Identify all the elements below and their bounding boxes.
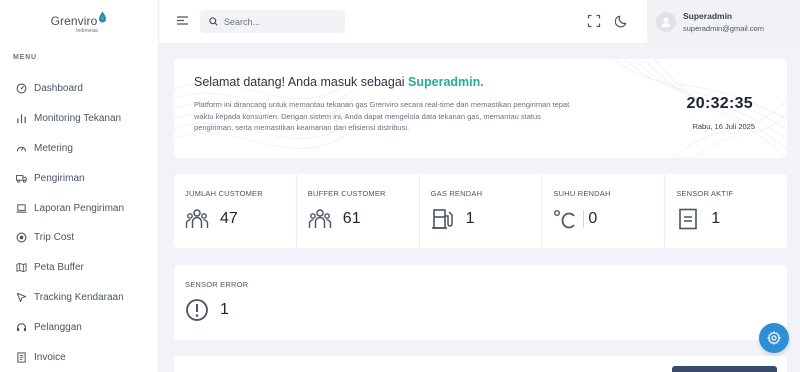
record-icon	[16, 232, 27, 243]
sensor-icon	[676, 207, 700, 231]
welcome-title: Selamat datang! Anda masuk sebagai Super…	[194, 75, 484, 89]
sidebar-item-label: Monitoring Tekanan	[34, 113, 122, 125]
user-menu[interactable]: Superadmin superadmin@gmail.com	[647, 0, 800, 44]
brand-name: Grenviro	[50, 13, 98, 28]
stat-jumlah-customer[interactable]: JUMLAH CUSTOMER 47	[174, 174, 297, 248]
stat-value: 47	[220, 210, 238, 227]
stat-label: BUFFER CUSTOMER	[307, 189, 386, 198]
dark-mode-icon[interactable]	[615, 14, 629, 28]
sidebar-item-monitoring-tekanan[interactable]: Monitoring Tekanan	[0, 104, 158, 134]
avatar	[656, 12, 676, 32]
clock-time: 20:32:35	[686, 95, 753, 112]
search-icon	[209, 17, 218, 26]
stat-label: SUHU RENDAH	[553, 189, 611, 198]
headset-icon	[16, 322, 27, 333]
document-icon	[16, 351, 27, 363]
stat-suhu-rendah[interactable]: SUHU RENDAH 0	[542, 174, 666, 248]
users-icon	[185, 207, 209, 231]
gear-icon	[767, 331, 781, 345]
sidebar-menu: Dashboard Monitoring Tekanan Metering Pe…	[0, 74, 158, 372]
sidebar-item-label: Peta Buffer	[34, 262, 84, 274]
welcome-card: Selamat datang! Anda masuk sebagai Super…	[174, 59, 787, 158]
clock-date: Rabu, 16 Juli 2025	[692, 122, 755, 131]
dashboard-icon	[16, 83, 27, 94]
sidebar-item-label: Invoice	[34, 351, 66, 363]
welcome-role: Superadmin.	[408, 75, 484, 89]
stat-sensor-aktif[interactable]: SENSOR AKTIF 1	[665, 174, 787, 248]
stat-label: SENSOR AKTIF	[676, 189, 734, 198]
sidebar-item-tracking-kendaraan[interactable]: Tracking Kendaraan	[0, 283, 158, 313]
settings-fab[interactable]	[759, 323, 789, 353]
stat-buffer-customer[interactable]: BUFFER CUSTOMER 61	[297, 174, 420, 248]
logo[interactable]: Grenviro Indonesia	[0, 0, 158, 44]
stat-value: 61	[342, 210, 361, 227]
sidebar-item-pelanggan[interactable]: Pelanggan	[0, 312, 158, 342]
menu-toggle-icon[interactable]	[176, 14, 189, 27]
truck-icon	[16, 173, 27, 184]
sensor-error-card[interactable]: SENSOR ERROR 1	[174, 265, 787, 340]
welcome-description: Platform ini dirancang untuk memantau te…	[194, 100, 570, 133]
sidebar-item-label: Pengiriman	[34, 172, 85, 184]
sidebar-item-label: Metering	[34, 142, 73, 154]
users-icon	[308, 207, 332, 231]
fullscreen-icon[interactable]	[587, 14, 601, 28]
stat-value: 1	[220, 301, 229, 318]
stats-panel: JUMLAH CUSTOMER 47 BUFFER CUSTOMER 61 GA…	[174, 174, 787, 248]
search-input[interactable]	[224, 16, 334, 27]
user-name: Superadmin	[683, 11, 733, 21]
user-email: superadmin@gmail.com	[683, 24, 764, 33]
alert-circle-icon	[185, 298, 209, 322]
drop-icon	[99, 11, 107, 22]
menu-title: MENU	[13, 54, 37, 61]
sidebar-item-metering[interactable]: Metering	[0, 134, 158, 164]
welcome-title-prefix: Selamat datang! Anda masuk sebagai	[194, 75, 409, 89]
laptop-icon	[16, 203, 27, 214]
stat-value: 1	[711, 210, 721, 227]
bottom-action-button[interactable]	[672, 366, 777, 372]
search-box[interactable]	[200, 10, 345, 33]
cursor-icon	[16, 292, 27, 303]
sidebar-item-peta-buffer[interactable]: Peta Buffer	[0, 253, 158, 283]
stat-label: GAS RENDAH	[430, 189, 483, 198]
sidebar-item-trip-cost[interactable]: Trip Cost	[0, 223, 158, 253]
sidebar: Grenviro Indonesia MENU Dashboard Monito…	[0, 0, 159, 372]
top-header: Superadmin superadmin@gmail.com	[159, 0, 800, 44]
sidebar-item-label: Tracking Kendaraan	[34, 291, 124, 303]
sidebar-item-dashboard[interactable]: Dashboard	[0, 74, 158, 104]
map-icon	[16, 262, 27, 273]
sidebar-item-label: Laporan Pengiriman	[34, 202, 125, 214]
sidebar-item-pengiriman[interactable]: Pengiriman	[0, 163, 158, 193]
brand-sub: Indonesia	[76, 27, 98, 34]
bar-chart-icon	[16, 113, 27, 124]
gauge-icon	[16, 143, 27, 154]
gas-station-icon	[431, 207, 455, 231]
stat-value: 0	[588, 210, 598, 227]
stat-gas-rendah[interactable]: GAS RENDAH 1	[420, 174, 543, 248]
stat-divider	[583, 210, 585, 228]
stat-value: 1	[465, 210, 475, 227]
sidebar-item-label: Pelanggan	[34, 321, 82, 333]
user-icon	[661, 17, 671, 27]
sidebar-item-invoice[interactable]: Invoice	[0, 342, 158, 372]
stat-label: JUMLAH CUSTOMER	[185, 189, 263, 198]
sidebar-item-label: Trip Cost	[34, 232, 75, 244]
sidebar-item-laporan-pengiriman[interactable]: Laporan Pengiriman	[0, 193, 158, 223]
sidebar-item-label: Dashboard	[34, 83, 83, 95]
stat-label: SENSOR ERROR	[185, 280, 249, 289]
celsius-icon	[553, 207, 577, 231]
